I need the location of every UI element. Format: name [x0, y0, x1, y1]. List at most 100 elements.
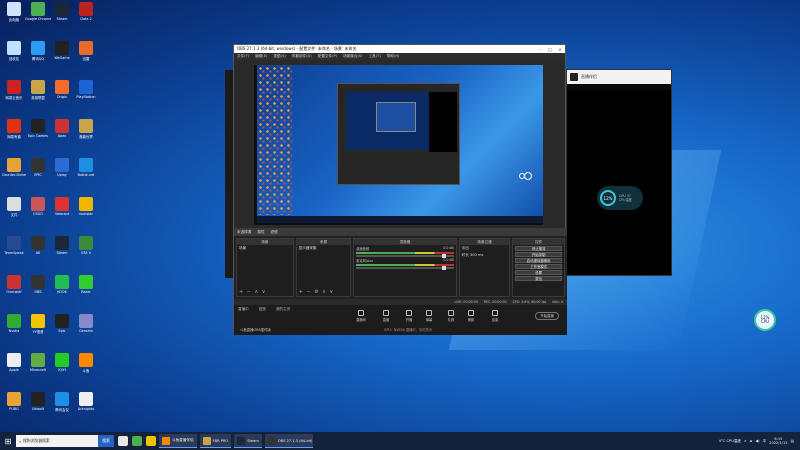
- tab-home[interactable]: 我的主页: [276, 307, 290, 312]
- desktop-icon[interactable]: Epic: [49, 314, 75, 338]
- desktop-icon[interactable]: GTA V: [73, 236, 99, 260]
- desktop-icon[interactable]: rockstar: [73, 197, 99, 221]
- go-live-button[interactable]: 开始直播: [535, 312, 559, 320]
- menu-item[interactable]: 配置文件(P): [318, 54, 337, 59]
- live-button[interactable]: 直播: [379, 310, 393, 322]
- chrome-icon[interactable]: [132, 436, 142, 446]
- scene-item[interactable]: 场景: [237, 245, 293, 252]
- desktop-icon[interactable]: Minecraft: [25, 353, 51, 377]
- desktop-icon[interactable]: 魔兽世界: [73, 119, 99, 143]
- desktop-icon[interactable]: 回收站: [1, 41, 27, 65]
- desktop-icon[interactable]: Arknights: [73, 392, 99, 416]
- menu-item[interactable]: 场景集合(S): [343, 54, 362, 59]
- desktop-icon[interactable]: iQIYI: [49, 353, 75, 377]
- studio-mode-button[interactable]: 工作室模式: [515, 264, 562, 269]
- beauty-button[interactable]: 美颜: [464, 310, 478, 322]
- desktop-icon[interactable]: 网易有道: [1, 119, 27, 143]
- desktop-icon[interactable]: WeGame: [49, 41, 75, 65]
- transition-duration[interactable]: 时长 300 ms: [460, 252, 510, 259]
- danmu-button[interactable]: 弹幕: [422, 310, 436, 322]
- desktop-icon[interactable]: Steam: [49, 2, 75, 26]
- volume-slider[interactable]: [356, 266, 454, 270]
- desktop-icon[interactable]: Google Chrome: [25, 2, 51, 26]
- taskbar-app[interactable]: 斗鱼直播伴侣: [159, 434, 197, 448]
- desktop-icon[interactable]: AK: [25, 236, 51, 260]
- desktop-icon[interactable]: Epic Games: [25, 119, 51, 143]
- desktop-icon[interactable]: 英雄联盟: [25, 80, 51, 104]
- start-recording-button[interactable]: 开始录制: [515, 252, 562, 257]
- transition-select[interactable]: 淡出: [460, 245, 510, 252]
- obs-window[interactable]: OBS 27.1.3 (64-bit, windows) - 配置文件: 未命名…: [233, 44, 567, 335]
- desktop-icon[interactable]: 迅雷: [73, 41, 99, 65]
- settings-button[interactable]: 设置: [515, 270, 562, 275]
- desktop-icon[interactable]: EPIC: [25, 158, 51, 182]
- desktop-icon[interactable]: Razer: [73, 275, 99, 299]
- desktop-icon[interactable]: YY语音: [25, 314, 51, 338]
- menu-item[interactable]: 编辑(E): [255, 54, 267, 59]
- tab-live[interactable]: 直播中: [238, 307, 249, 312]
- start-button[interactable]: ⊞: [0, 437, 16, 446]
- menu-item[interactable]: 帮助(H): [387, 54, 400, 59]
- desktop-icon[interactable]: KOOK: [49, 275, 75, 299]
- cpu-widget[interactable]: 12% CPU: [754, 309, 776, 331]
- task-view-icon[interactable]: [118, 436, 128, 446]
- obs-title-bar[interactable]: OBS 27.1.3 (64-bit, windows) - 配置文件: 未命名…: [234, 45, 565, 53]
- desktop-icon[interactable]: 腾讯QQ: [25, 41, 51, 65]
- network-icon[interactable]: ▰: [750, 439, 753, 443]
- exit-button[interactable]: 退出: [515, 276, 562, 281]
- taskbar-app[interactable]: Steam: [234, 434, 262, 448]
- desktop-icon[interactable]: 此电脑: [1, 2, 27, 26]
- desktop-icon[interactable]: Counter-Strike: [1, 158, 27, 182]
- desktop-icon[interactable]: Uplay: [49, 158, 75, 182]
- desktop-icon[interactable]: OBS: [25, 275, 51, 299]
- search-input[interactable]: ⌕ 搜狗浏览器搜索: [16, 435, 98, 447]
- link-mic-button[interactable]: 连麦: [488, 310, 502, 322]
- volume-slider[interactable]: [356, 254, 454, 258]
- close-icon[interactable]: ×: [555, 47, 565, 52]
- clock[interactable]: 8:15 2022/1/15: [769, 437, 787, 446]
- source-controls[interactable]: + − ⚙ ∧ ∨: [299, 289, 335, 295]
- menu-item[interactable]: 停靠部件(D): [292, 54, 312, 59]
- weather-widget[interactable]: 4°C CPU温度: [719, 439, 741, 444]
- broadcast-button[interactable]: 开播: [402, 310, 416, 322]
- taskbar-app[interactable]: FBR PRO: [199, 434, 232, 448]
- desktop-icon[interactable]: 网易云音乐: [1, 80, 27, 104]
- desktop-icon[interactable]: PlayStation: [73, 80, 99, 104]
- properties-button[interactable]: 属性: [257, 230, 264, 235]
- desktop-icon[interactable]: Apple: [1, 353, 27, 377]
- desktop-icon[interactable]: Ubisoft: [25, 392, 51, 416]
- slider-handle[interactable]: [441, 254, 446, 258]
- desktop-icon[interactable]: Origin: [49, 80, 75, 104]
- gift-button[interactable]: 礼物: [444, 310, 458, 322]
- desktop-icon[interactable]: 斗鱼: [73, 353, 99, 377]
- desktop-icon[interactable]: Battle.net: [73, 158, 99, 182]
- maximize-icon[interactable]: □: [545, 47, 555, 52]
- desktop-icon[interactable]: Steam: [49, 236, 75, 260]
- desktop-icon[interactable]: Overwolf: [1, 275, 27, 299]
- desktop-icon[interactable]: TeamSpeak: [1, 236, 27, 260]
- live-companion-header[interactable]: 直播伴侣: [567, 70, 671, 84]
- notification-icon[interactable]: ▤: [791, 439, 794, 443]
- menu-item[interactable]: 文件(F): [237, 54, 249, 59]
- desktop-icon[interactable]: Dota 2: [73, 2, 99, 26]
- tab-replay[interactable]: 回放: [259, 307, 266, 312]
- desktop-icon[interactable]: Nvidia: [1, 314, 27, 338]
- desktop-icon[interactable]: Valorant: [49, 197, 75, 221]
- desktop-icon[interactable]: Genshin: [73, 314, 99, 338]
- volume-icon[interactable]: ◀): [755, 439, 759, 443]
- desktop-icon[interactable]: 腾讯会议: [49, 392, 75, 416]
- stop-streaming-button[interactable]: 停止推流: [515, 246, 562, 251]
- desktop-icon[interactable]: CSGO: [25, 197, 51, 221]
- desktop-icon[interactable]: Apex: [49, 119, 75, 143]
- source-item[interactable]: 显示器采集: [297, 245, 351, 252]
- live-companion-window[interactable]: 直播伴侣 12% GPU 37 CPU温度: [566, 69, 672, 276]
- taskbar-app[interactable]: OBS 27.1.3 (64-bit): [264, 434, 313, 448]
- menu-item[interactable]: 视图(V): [273, 54, 285, 59]
- search-button[interactable]: 搜索: [98, 435, 114, 447]
- filters-button[interactable]: 滤镜: [271, 230, 278, 235]
- desktop-icon[interactable]: 文件: [1, 197, 27, 221]
- desktop-icon[interactable]: PUBG: [1, 392, 27, 416]
- virtual-camera-button[interactable]: 启动虚拟摄像机: [515, 258, 562, 263]
- obs-preview[interactable]: [254, 65, 543, 225]
- tray-chevron-icon[interactable]: ∧: [744, 439, 747, 443]
